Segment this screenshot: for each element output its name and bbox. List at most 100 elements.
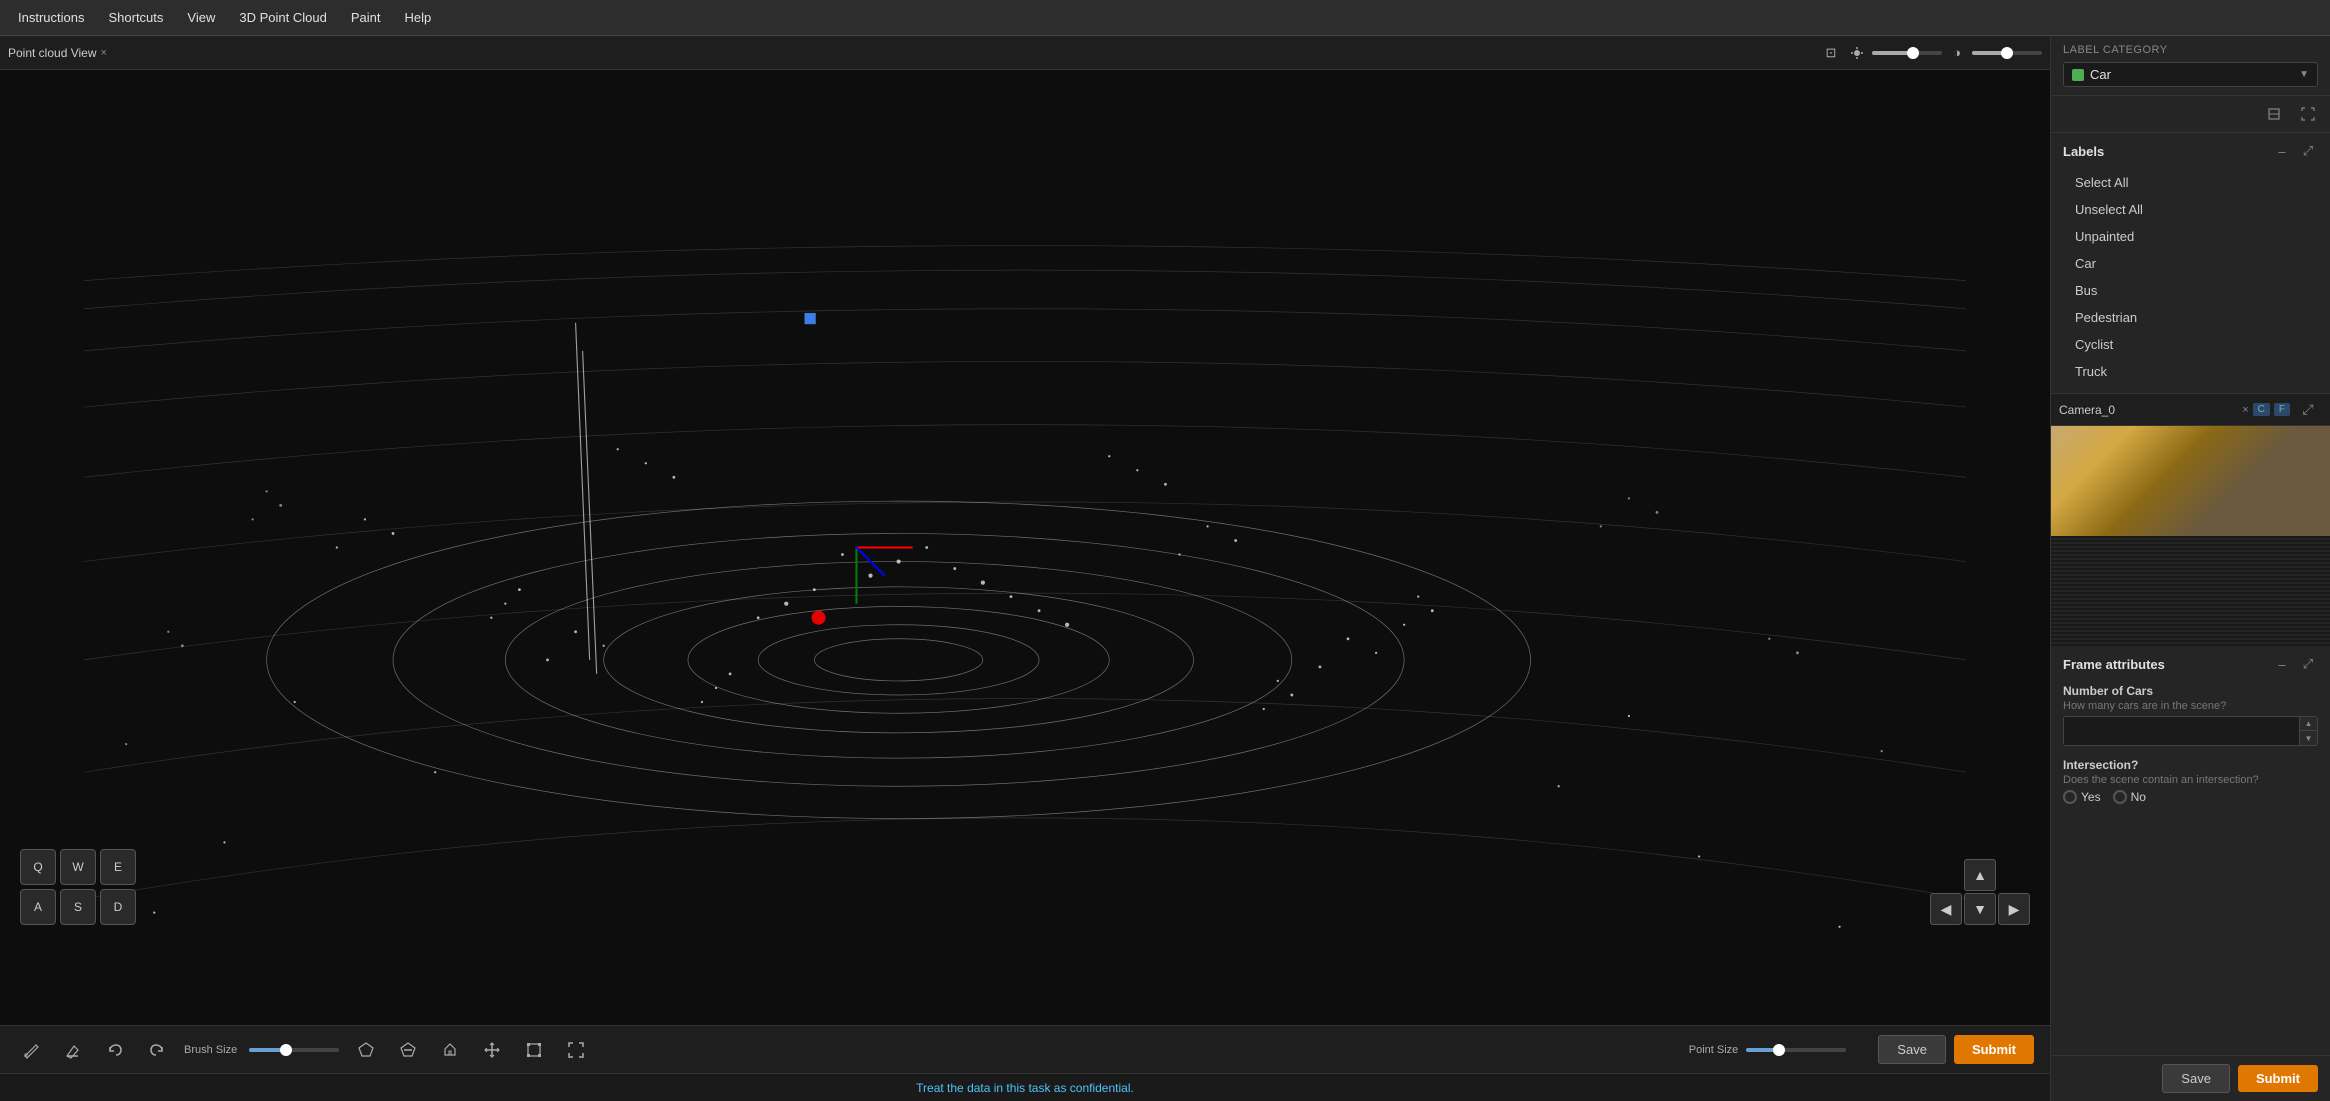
key-w[interactable]: W xyxy=(60,849,96,885)
intersection-desc: Does the scene contain an intersection? xyxy=(2063,774,2318,786)
nav-key-row-1: Q W E xyxy=(20,849,136,885)
window-icon[interactable]: ⊡ xyxy=(1820,42,1842,64)
intersection-no[interactable]: No xyxy=(2113,790,2146,804)
fullscreen-tool[interactable] xyxy=(561,1035,591,1065)
camera-close[interactable]: × xyxy=(2242,404,2248,416)
pointcloud-area: Point cloud View × ⊡ xyxy=(0,36,2050,1101)
label-category-section: Label category Car ▼ xyxy=(2051,36,2330,96)
number-of-cars-field: Number of Cars How many cars are in the … xyxy=(2063,684,2318,746)
menu-paint[interactable]: Paint xyxy=(341,6,391,29)
brightness-slider-container xyxy=(1872,51,1942,55)
frame-attr-title: Frame attributes xyxy=(2063,657,2165,672)
camera-label: Camera_0 xyxy=(2059,403,2238,417)
number-of-cars-input[interactable] xyxy=(2064,717,2299,745)
status-message: Treat the data in this task as confident… xyxy=(916,1081,1134,1095)
intersection-yes[interactable]: Yes xyxy=(2063,790,2101,804)
truck-item[interactable]: Truck xyxy=(2063,358,2318,385)
move-tool[interactable] xyxy=(477,1035,507,1065)
paint-fill-tool[interactable] xyxy=(435,1035,465,1065)
menu-shortcuts[interactable]: Shortcuts xyxy=(98,6,173,29)
frame-attr-header: Frame attributes – ⤢ xyxy=(2063,654,2318,674)
select-all-item[interactable]: Select All xyxy=(2063,169,2318,196)
category-name: Car xyxy=(2090,67,2293,82)
pointcloud-canvas[interactable]: Q W E A S D ▲ ◀ ▼ ▶ xyxy=(0,70,2050,1025)
contrast-icon: ◑ xyxy=(1946,42,1968,64)
camera-badge-f[interactable]: F xyxy=(2274,403,2290,416)
nav-key-row-2: A S D xyxy=(20,889,136,925)
pointcloud-toolbar: Point cloud View × ⊡ xyxy=(0,36,2050,70)
number-of-cars-spinners: ▲ ▼ xyxy=(2299,717,2317,745)
key-e[interactable]: E xyxy=(100,849,136,885)
fullscreen-icon[interactable] xyxy=(2294,100,2322,128)
point-size-label: Point Size xyxy=(1689,1044,1739,1056)
car-item[interactable]: Car xyxy=(2063,250,2318,277)
minimize-labels-btn[interactable]: – xyxy=(2272,141,2292,161)
arrow-left[interactable]: ◀ xyxy=(1930,893,1962,925)
pointcloud-tab-label: Point cloud View xyxy=(8,46,97,60)
menu-3d-point-cloud[interactable]: 3D Point Cloud xyxy=(229,6,336,29)
polygon-tool[interactable] xyxy=(351,1035,381,1065)
camera-toolbar: Camera_0 × C F ⤢ xyxy=(2051,394,2330,426)
intersection-radio-group: Yes No xyxy=(2063,790,2318,804)
number-decrement-btn[interactable]: ▼ xyxy=(2299,731,2317,745)
paint-brush-tool[interactable] xyxy=(16,1035,46,1065)
panel-save-button[interactable]: Save xyxy=(2162,1064,2230,1093)
polygon-minus-tool[interactable] xyxy=(393,1035,423,1065)
number-of-cars-input-container: ▲ ▼ xyxy=(2063,716,2318,746)
pedestrian-item[interactable]: Pedestrian xyxy=(2063,304,2318,331)
arrow-right[interactable]: ▶ xyxy=(1998,893,2030,925)
arrow-up[interactable]: ▲ xyxy=(1964,859,1996,891)
labels-actions: – ⤢ xyxy=(2272,141,2318,161)
number-of-cars-label: Number of Cars xyxy=(2063,684,2318,698)
expand-labels-btn[interactable]: ⤢ xyxy=(2298,141,2318,161)
panel-submit-button[interactable]: Submit xyxy=(2238,1065,2318,1092)
point-size-slider[interactable] xyxy=(1746,1048,1846,1052)
expand-attr-btn[interactable]: ⤢ xyxy=(2298,654,2318,674)
number-increment-btn[interactable]: ▲ xyxy=(2299,717,2317,731)
unpainted-item[interactable]: Unpainted xyxy=(2063,223,2318,250)
erase-tool[interactable] xyxy=(58,1035,88,1065)
arrow-down[interactable]: ▼ xyxy=(1964,893,1996,925)
undo-tool[interactable] xyxy=(100,1035,130,1065)
pointcloud-tab-close[interactable]: × xyxy=(101,47,107,59)
camera-expand-icon[interactable]: ⤢ xyxy=(2294,396,2322,424)
camera-view: Camera_0 × C F ⤢ xyxy=(2051,394,2330,646)
unselect-all-item[interactable]: Unselect All xyxy=(2063,196,2318,223)
menu-help[interactable]: Help xyxy=(394,6,441,29)
yes-radio-circle xyxy=(2063,790,2077,804)
label-category-title: Label category xyxy=(2063,44,2318,56)
contrast-slider-container xyxy=(1972,51,2042,55)
submit-button[interactable]: Submit xyxy=(1954,1035,2034,1064)
transform-tool[interactable] xyxy=(519,1035,549,1065)
minimize-attr-btn[interactable]: – xyxy=(2272,654,2292,674)
right-panel: Label category Car ▼ xyxy=(2050,36,2330,1101)
category-select[interactable]: Car ▼ xyxy=(2063,62,2318,87)
key-a[interactable]: A xyxy=(20,889,56,925)
key-s[interactable]: S xyxy=(60,889,96,925)
brightness-slider[interactable] xyxy=(1872,51,1942,55)
redo-tool[interactable] xyxy=(142,1035,172,1065)
main-layout: Point cloud View × ⊡ xyxy=(0,36,2330,1101)
menu-instructions[interactable]: Instructions xyxy=(8,6,94,29)
cyclist-item[interactable]: Cyclist xyxy=(2063,331,2318,358)
yes-label: Yes xyxy=(2081,790,2101,804)
key-d[interactable]: D xyxy=(100,889,136,925)
key-q[interactable]: Q xyxy=(20,849,56,885)
save-button[interactable]: Save xyxy=(1878,1035,1946,1064)
brush-size-slider[interactable] xyxy=(249,1048,339,1052)
frame-attributes-section: Frame attributes – ⤢ Number of Cars How … xyxy=(2051,646,2330,1055)
labels-header: Labels – ⤢ xyxy=(2063,141,2318,161)
arrow-row-up: ▲ xyxy=(1964,859,1996,891)
no-radio-circle xyxy=(2113,790,2127,804)
pointcloud-tab[interactable]: Point cloud View × xyxy=(8,46,107,60)
contrast-slider[interactable] xyxy=(1972,51,2042,55)
number-of-cars-desc: How many cars are in the scene? xyxy=(2063,700,2318,712)
camera-image xyxy=(2051,426,2330,646)
expand-icon[interactable] xyxy=(2260,100,2288,128)
arrow-row-mid: ◀ ▼ ▶ xyxy=(1930,893,2030,925)
bus-item[interactable]: Bus xyxy=(2063,277,2318,304)
labels-title: Labels xyxy=(2063,144,2104,159)
pointcloud-toolbar-right: ⊡ ◑ xyxy=(1820,42,2042,64)
camera-badge-c[interactable]: C xyxy=(2253,403,2270,416)
menu-view[interactable]: View xyxy=(177,6,225,29)
